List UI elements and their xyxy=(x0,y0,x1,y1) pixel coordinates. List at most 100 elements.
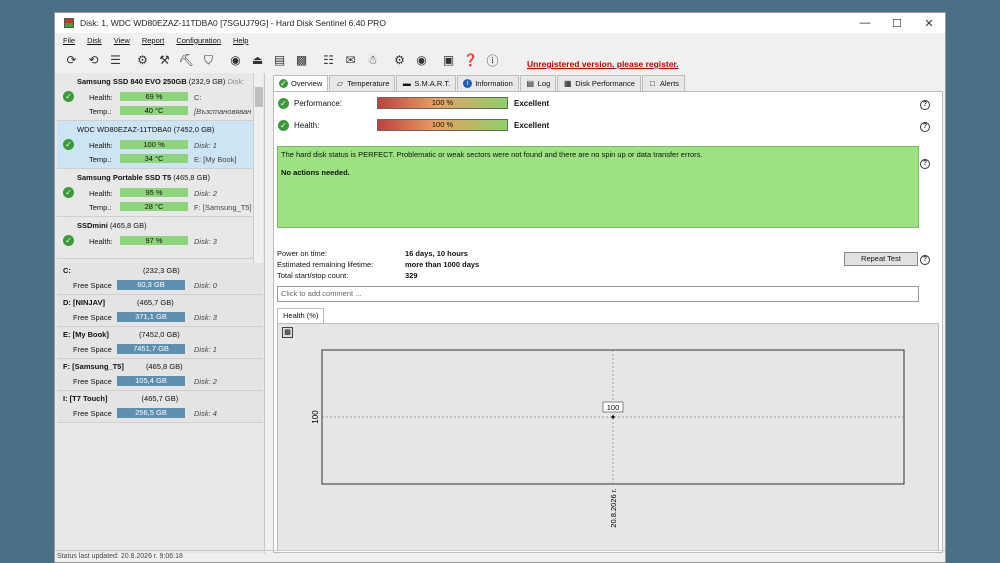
volume-disk: Disk: 1 xyxy=(194,345,217,354)
disk-list-scrollbar[interactable] xyxy=(253,73,263,263)
overview-panel: ✓ Performance: 100 % Excellent ? ✓ Healt… xyxy=(273,91,943,553)
volume-entry[interactable]: I: [T7 Touch] (465,7 GB) Free Space 256,… xyxy=(57,391,263,423)
disk-surface-icon[interactable]: ⛉ xyxy=(200,52,217,69)
health-bar: 97 % xyxy=(120,236,188,245)
help-icon[interactable]: ? xyxy=(920,122,930,132)
unregistered-link[interactable]: Unregistered version, please register. xyxy=(527,59,679,69)
health-label: Health: xyxy=(89,237,113,246)
volume-size: (7452,0 GB) xyxy=(138,330,180,339)
volume-entry[interactable]: C: (232,3 GB) Free Space 60,3 GB Disk: 0 xyxy=(57,263,263,295)
tab-label: Log xyxy=(537,79,551,88)
tab-health-chart[interactable]: Health (%) xyxy=(277,308,325,323)
temp-label: Temp.: xyxy=(89,107,112,116)
free-space-bar: 60,3 GB xyxy=(117,280,185,290)
menu-configuration[interactable]: Configuration xyxy=(176,36,221,45)
volume-size: (465,7 GB) xyxy=(137,298,174,307)
tab-alerts[interactable]: □ Alerts xyxy=(641,75,686,91)
close-button[interactable]: ✕ xyxy=(913,13,945,33)
temp-bar: 40 °C xyxy=(120,106,188,115)
health-label: Health: xyxy=(294,120,320,130)
notepad-icon[interactable]: ☷ xyxy=(320,52,337,69)
health-label: Health: xyxy=(89,189,113,198)
temp-bar: 28 °C xyxy=(120,202,188,211)
check-icon: ✓ xyxy=(278,97,289,109)
list-icon[interactable]: ☰ xyxy=(107,52,124,69)
help-icon[interactable]: ❓ xyxy=(462,52,479,69)
globe-icon[interactable]: ◉ xyxy=(227,52,244,69)
disk-entry[interactable]: Samsung SSD 840 EVO 250GB (232,9 GB) Dis… xyxy=(57,73,253,121)
check-icon: ✓ xyxy=(63,187,74,198)
power-on-label: Power on time: xyxy=(277,249,328,258)
tab-smart[interactable]: ▬ S.M.A.R.T. xyxy=(396,75,457,91)
disk-entry[interactable]: SSDmini (465,8 GB) ✓ Health: 97 % Disk: … xyxy=(57,217,253,259)
menu-disk[interactable]: Disk xyxy=(87,36,102,45)
volume-entry[interactable]: E: [My Book] (7452,0 GB) Free Space 7451… xyxy=(57,327,263,359)
network-icon[interactable]: ☃ xyxy=(364,52,381,69)
refresh-all-icon[interactable]: ⟲ xyxy=(85,52,102,69)
lifetime-value: more than 1000 days xyxy=(405,260,480,269)
info-icon[interactable]: ⓘ xyxy=(484,52,501,69)
minimize-button[interactable]: — xyxy=(849,13,881,33)
disk-remove-icon[interactable]: ▩ xyxy=(293,52,310,69)
free-space-label: Free Space xyxy=(73,345,112,354)
alert-settings-icon[interactable]: ◉ xyxy=(413,52,430,69)
help-icon[interactable]: ? xyxy=(920,159,930,169)
tab-label: Alerts xyxy=(659,79,680,88)
scrollbar-thumb[interactable] xyxy=(255,87,263,107)
free-space-label: Free Space xyxy=(73,281,112,290)
health-bar: 69 % xyxy=(120,92,188,101)
disk-test-icon[interactable]: ⛏ xyxy=(178,52,195,69)
volume-name: F: [Samsung_T5] xyxy=(63,362,124,371)
disk-wrench-2-icon[interactable]: ⚒ xyxy=(156,52,173,69)
health-rating: Excellent xyxy=(514,120,550,130)
disks-icon[interactable]: ▤ xyxy=(271,52,288,69)
performance-icon: ▦ xyxy=(563,79,572,88)
volume-entry[interactable]: F: [Samsung_T5] (465,8 GB) Free Space 10… xyxy=(57,359,263,391)
power-on-value: 16 days, 10 hours xyxy=(405,249,468,258)
menu-help[interactable]: Help xyxy=(233,36,248,45)
mail-icon[interactable]: ✉ xyxy=(342,52,359,69)
menu-report[interactable]: Report xyxy=(142,36,165,45)
tab-information[interactable]: i Information xyxy=(457,75,519,91)
help-icon[interactable]: ? xyxy=(920,100,930,110)
disk-name: Samsung SSD 840 EVO 250GB xyxy=(77,77,187,86)
maximize-button[interactable]: ☐ xyxy=(881,13,913,33)
disk-entry-selected[interactable]: WDC WD80EZAZ-11TDBA0 (7452,0 GB) ✓ Healt… xyxy=(57,121,253,169)
tab-log[interactable]: ▤ Log xyxy=(519,75,557,91)
volume-disk: Disk: 4 xyxy=(194,409,217,418)
tab-label: S.M.A.R.T. xyxy=(414,79,451,88)
menu-file[interactable]: File xyxy=(63,36,75,45)
refresh-icon[interactable]: ⟳ xyxy=(63,52,80,69)
disk-wrench-icon[interactable]: ⚙ xyxy=(134,52,151,69)
disk-tag: Disk: xyxy=(227,77,245,86)
thermometer-icon: ▱ xyxy=(336,79,343,88)
health-label: Health: xyxy=(89,93,113,102)
app-icon xyxy=(64,18,74,28)
alert-icon: □ xyxy=(649,79,655,88)
y-tick-label: 100 xyxy=(311,410,320,424)
performance-bar: 100 % xyxy=(377,97,508,109)
performance-row: ✓ Performance: 100 % Excellent xyxy=(278,96,549,110)
help-icon[interactable]: ? xyxy=(920,255,930,265)
disk-size: (465,8 GB) xyxy=(109,221,147,230)
tab-temperature[interactable]: ▱ Temperature xyxy=(329,75,396,91)
repeat-test-button[interactable]: Repeat Test xyxy=(844,252,918,266)
volume-disk: Disk: 0 xyxy=(194,281,217,290)
performance-rating: Excellent xyxy=(514,98,550,108)
tab-disk-performance[interactable]: ▦ Disk Performance xyxy=(557,75,641,91)
eject-icon[interactable]: ⏏ xyxy=(249,52,266,69)
health-bar: 100 % xyxy=(120,140,188,149)
performance-label: Performance: xyxy=(294,98,343,108)
health-chart-area: ▩ 100 20.8.2026 г. 100 xyxy=(277,323,939,551)
lifetime-label: Estimated remaining lifetime: xyxy=(277,260,374,269)
tab-overview[interactable]: ✓ Overview xyxy=(273,75,329,91)
disk-entry[interactable]: Samsung Portable SSD T5 (465,8 GB) ✓ Hea… xyxy=(57,169,253,217)
menu-view[interactable]: View xyxy=(114,36,130,45)
volume-size: (232,3 GB) xyxy=(143,266,180,275)
check-icon: ✓ xyxy=(63,235,74,246)
camera-icon[interactable]: ▣ xyxy=(440,52,457,69)
gear-icon[interactable]: ⚙ xyxy=(391,52,408,69)
comment-input[interactable]: Click to add comment ... xyxy=(277,286,919,302)
volume-entry[interactable]: D: [NINJAV] (465,7 GB) Free Space 371,1 … xyxy=(57,295,263,327)
free-space-bar: 105,4 GB xyxy=(117,376,185,386)
